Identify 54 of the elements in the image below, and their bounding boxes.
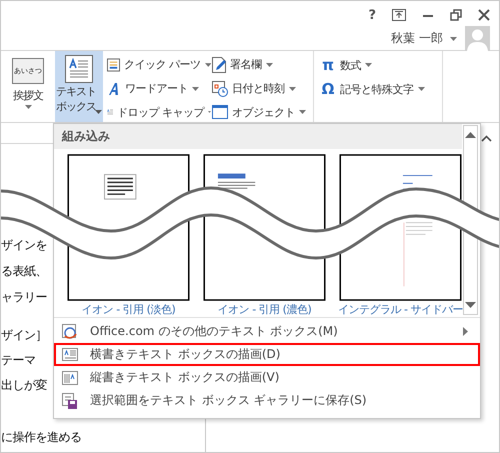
- menu-item[interactable]: 選択範囲をテキスト ボックス ギャラリーに保存(S): [54, 389, 480, 412]
- gallery-label: インテグラル - サイドバー: [338, 302, 463, 317]
- document-text: る表紙、: [1, 263, 47, 280]
- user-name[interactable]: 秋葉 一郎: [391, 30, 443, 47]
- ribbon-command[interactable]: 数式: [340, 58, 361, 72]
- help-button[interactable]: ?: [368, 8, 376, 22]
- menu-item[interactable]: 横書きテキスト ボックスの描画(D): [54, 343, 480, 366]
- caret-icon: [266, 62, 272, 67]
- vertical-text-box-icon: [62, 370, 78, 384]
- scroll-up-icon[interactable]: [465, 132, 476, 138]
- section-header: 組み込み: [54, 124, 462, 149]
- symbol-icon: Ω: [320, 80, 336, 98]
- calendar-clock-icon: [212, 80, 228, 96]
- text-box-button[interactable]: テキスト ボックス: [55, 51, 103, 122]
- menu-item[interactable]: Office.com のその他のテキスト ボックス(M): [54, 320, 480, 343]
- document-text: ザイン］: [1, 327, 47, 344]
- wordart-icon: [107, 82, 121, 96]
- caret-icon[interactable]: [450, 36, 457, 40]
- ribbon-command[interactable]: ワードアート: [125, 81, 188, 96]
- ribbon-command[interactable]: オブジェクト: [232, 104, 295, 120]
- caret-icon: [365, 63, 372, 67]
- ribbon-command[interactable]: ドロップ キャップ: [117, 104, 204, 120]
- quick-parts-icon: [107, 58, 120, 72]
- document-text: ャラリー: [1, 289, 47, 306]
- ribbon-command[interactable]: クイック パーツ: [124, 57, 200, 72]
- gallery-label: イオン - 引用 (淡色): [82, 302, 176, 317]
- caret-icon: [95, 110, 102, 114]
- document-text: テーマ: [1, 352, 36, 369]
- text-box-icon: [65, 55, 93, 83]
- document-text: ザインを: [1, 237, 47, 254]
- globe-page-icon: [62, 324, 78, 340]
- save-to-gallery-icon: [62, 392, 78, 408]
- caret-icon: [418, 87, 424, 91]
- document-text: に操作を進める: [1, 429, 82, 446]
- caret-icon: [299, 110, 306, 114]
- symbol-icon: π: [320, 56, 336, 74]
- caret-icon: [204, 62, 211, 67]
- menu-item[interactable]: 縦書きテキスト ボックスの描画(V): [54, 366, 480, 389]
- ribbon-command[interactable]: 署名欄: [230, 57, 262, 72]
- ribbon-command[interactable]: 日付と時刻: [232, 81, 284, 96]
- caret-icon: [24, 105, 32, 109]
- restore-icon[interactable]: [450, 9, 462, 21]
- ribbon-display-icon[interactable]: [392, 9, 406, 21]
- caret-icon: [192, 86, 199, 90]
- caret-icon: [288, 86, 296, 90]
- document-text: 出しが変: [1, 377, 47, 394]
- close-icon[interactable]: [478, 9, 490, 21]
- collapse-ribbon-icon[interactable]: [481, 135, 492, 142]
- gallery-label: イオン - 引用 (濃色): [218, 302, 312, 317]
- text-box-icon: [62, 348, 78, 361]
- ribbon-command[interactable]: 記号と特殊文字: [340, 82, 414, 96]
- scroll-down-icon[interactable]: [465, 302, 476, 308]
- signature-icon: [212, 56, 226, 73]
- object-icon: [212, 105, 228, 120]
